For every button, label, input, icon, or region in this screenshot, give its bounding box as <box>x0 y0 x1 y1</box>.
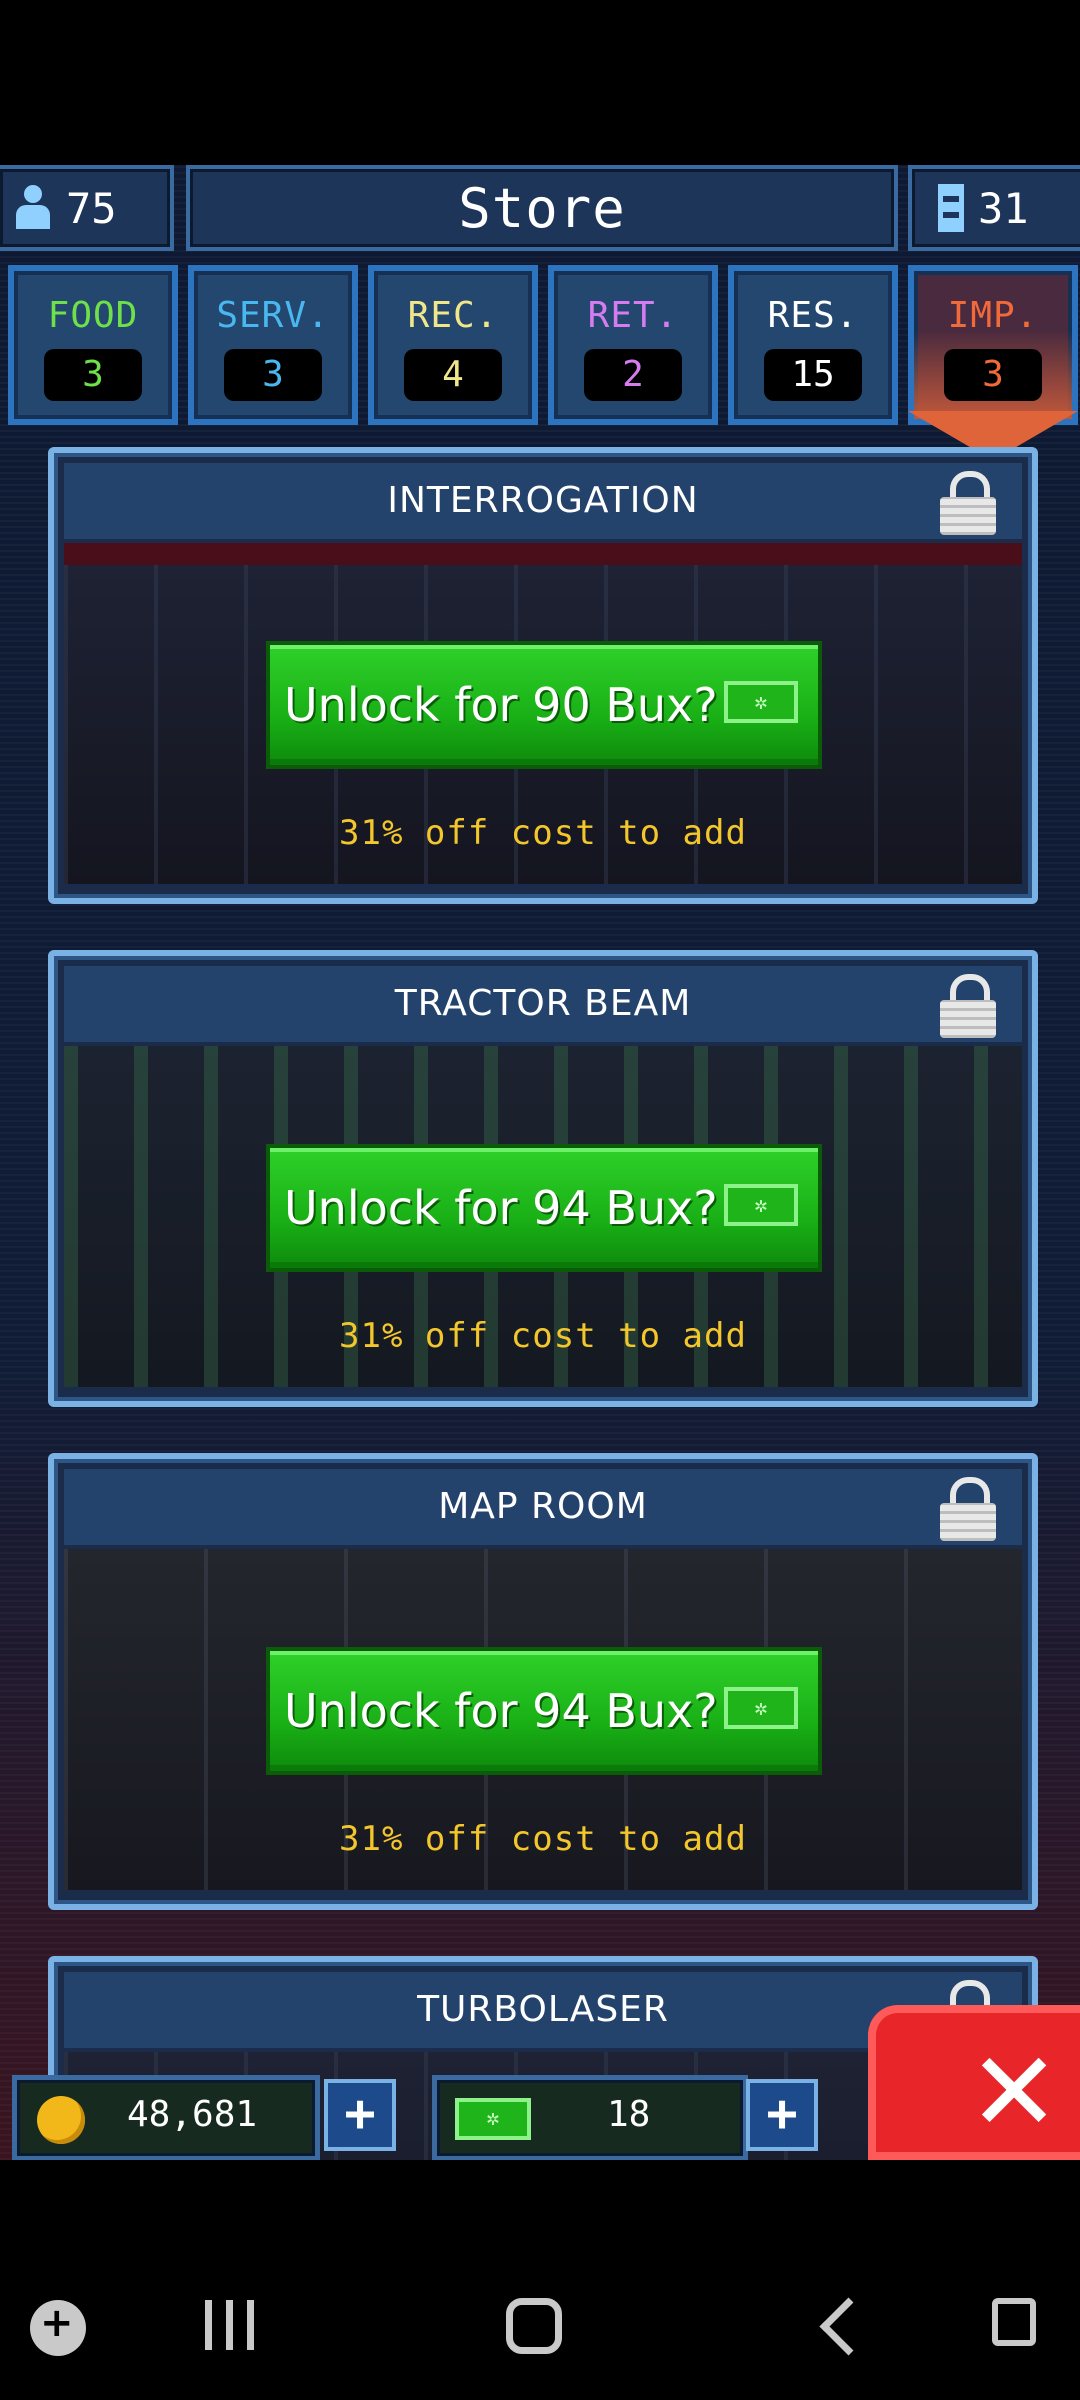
bux-icon: ✲ <box>455 2098 531 2140</box>
currency-bar: 48,681 + ✲ 18 + ✕ <box>0 2005 1080 2160</box>
plus-icon: + <box>344 2084 376 2144</box>
tab-count: 2 <box>584 349 682 401</box>
tab-label: FOOD <box>47 295 139 336</box>
tab-food[interactable]: FOOD 3 <box>8 265 178 425</box>
tab-recreation[interactable]: REC. 4 <box>368 265 538 425</box>
game-screen: 75 Store 31 FOOD 3 SERV. 3 REC. 4 RET. 2… <box>0 165 1080 2160</box>
game-pad-icon[interactable] <box>30 2300 86 2356</box>
population-counter: 75 <box>0 165 174 251</box>
card-title: MAP ROOM <box>64 1469 1022 1545</box>
bux-icon: ✲ <box>724 681 798 723</box>
tab-label: RET. <box>587 295 679 336</box>
unlock-button[interactable]: Unlock for 94 Bux? ✲ <box>266 1144 822 1272</box>
bux-icon: ✲ <box>724 1184 798 1226</box>
home-icon[interactable] <box>506 2298 562 2354</box>
tab-label: IMP. <box>947 295 1039 336</box>
close-icon: ✕ <box>968 2028 1061 2156</box>
lock-icon <box>940 974 996 1038</box>
floor-icon <box>938 184 964 232</box>
bux-icon: ✲ <box>724 1687 798 1729</box>
floor-counter: 31 <box>908 165 1080 251</box>
bux-value: 18 <box>607 2094 651 2135</box>
floor-value: 31 <box>978 183 1029 233</box>
store-card-interrogation: INTERROGATION Unlock for 90 Bux? ✲ 31% o… <box>48 447 1038 904</box>
discount-text: 31% off cost to add <box>339 813 747 853</box>
tab-residential[interactable]: RES. 15 <box>728 265 898 425</box>
unlock-button-label: Unlock for 90 Bux? <box>284 678 718 732</box>
person-icon <box>14 185 52 231</box>
store-card-tractor-beam: TRACTOR BEAM Unlock for 94 Bux? ✲ 31% of… <box>48 950 1038 1407</box>
tab-label: RES. <box>767 295 859 336</box>
close-button[interactable]: ✕ <box>868 2005 1080 2160</box>
store-card-map-room: MAP ROOM Unlock for 94 Bux? ✲ 31% off co… <box>48 1453 1038 1910</box>
tab-imperial[interactable]: IMP. 3 <box>908 265 1078 457</box>
plus-icon: + <box>766 2084 798 2144</box>
add-bux-button[interactable]: + <box>746 2079 818 2151</box>
coin-value: 48,681 <box>127 2094 258 2135</box>
keyboard-icon[interactable] <box>992 2298 1036 2346</box>
category-tabs: FOOD 3 SERV. 3 REC. 4 RET. 2 RES. 15 IMP… <box>8 265 1078 457</box>
page-title-box: Store <box>186 165 898 251</box>
tab-count: 3 <box>944 349 1042 401</box>
card-title: INTERROGATION <box>64 463 1022 539</box>
tab-label: SERV. <box>216 295 330 336</box>
unlock-button[interactable]: Unlock for 90 Bux? ✲ <box>266 641 822 769</box>
lock-icon <box>940 471 996 535</box>
coin-balance: 48,681 <box>12 2075 320 2160</box>
bux-balance: ✲ 18 <box>432 2075 748 2160</box>
tab-count: 3 <box>224 349 322 401</box>
unlock-button-label: Unlock for 94 Bux? <box>284 1181 718 1235</box>
coin-icon <box>37 2096 85 2144</box>
population-value: 75 <box>66 183 117 233</box>
discount-text: 31% off cost to add <box>339 1316 747 1356</box>
page-title: Store <box>458 176 626 240</box>
tab-count: 15 <box>764 349 862 401</box>
lock-icon <box>940 1477 996 1541</box>
recents-icon[interactable] <box>205 2300 265 2352</box>
add-coins-button[interactable]: + <box>324 2079 396 2151</box>
tab-label: REC. <box>407 295 499 336</box>
unlock-button-label: Unlock for 94 Bux? <box>284 1684 718 1738</box>
tab-service[interactable]: SERV. 3 <box>188 265 358 425</box>
card-title: TRACTOR BEAM <box>64 966 1022 1042</box>
tab-retail[interactable]: RET. 2 <box>548 265 718 425</box>
tab-count: 4 <box>404 349 502 401</box>
unlock-button[interactable]: Unlock for 94 Bux? ✲ <box>266 1647 822 1775</box>
tab-count: 3 <box>44 349 142 401</box>
discount-text: 31% off cost to add <box>339 1819 747 1859</box>
system-nav-bar <box>0 2160 1080 2400</box>
